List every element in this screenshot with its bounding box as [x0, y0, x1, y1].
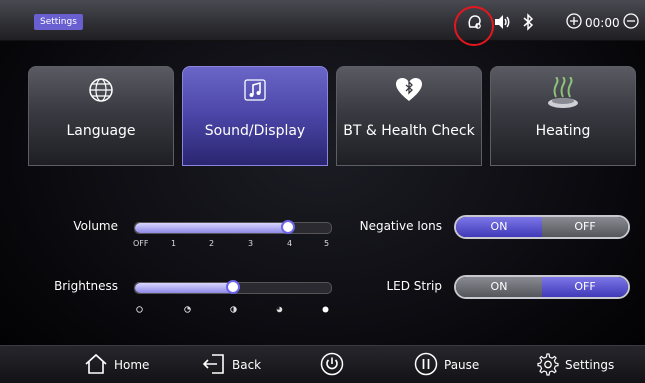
page-title: Settings: [34, 14, 83, 30]
tab-label: Heating: [535, 123, 591, 139]
globe-icon: [88, 77, 114, 107]
negative-ions-off-button[interactable]: OFF: [542, 217, 628, 237]
pause-icon: [414, 352, 438, 379]
brightness-4-icon: [322, 298, 329, 317]
negative-ions-label: Negative Ions: [359, 219, 442, 233]
settings-label: Settings: [565, 358, 615, 372]
heart-bluetooth-icon: [395, 77, 423, 107]
volume-slider-knob[interactable]: [281, 220, 295, 234]
led-strip-toggle[interactable]: ON OFF: [454, 275, 630, 299]
tab-heating[interactable]: Heating: [490, 66, 636, 166]
brightness-slider[interactable]: [134, 280, 332, 294]
plus-circle-icon[interactable]: [566, 13, 582, 32]
negative-ions-toggle[interactable]: ON OFF: [454, 215, 630, 239]
timer: 00:00: [566, 13, 639, 32]
tab-bt-health-check[interactable]: BT & Health Check: [336, 66, 482, 166]
volume-icon[interactable]: [494, 14, 512, 30]
pause-button[interactable]: Pause: [414, 352, 479, 378]
volume-tick: 4: [287, 239, 293, 248]
home-label: Home: [114, 358, 150, 372]
volume-tick: 5: [324, 239, 330, 248]
home-button[interactable]: Home: [84, 352, 149, 378]
brightness-1-icon: [184, 298, 191, 317]
brightness-slider-fill: [135, 283, 236, 293]
highlight-circle: [454, 6, 494, 46]
led-strip-on-button[interactable]: ON: [456, 277, 542, 297]
tab-sound-display[interactable]: Sound/Display: [182, 66, 328, 166]
power-button[interactable]: [320, 352, 344, 378]
steam-heat-icon: [546, 76, 580, 115]
bottom-nav: Home Back Pause Settings: [0, 345, 645, 383]
back-button[interactable]: Back: [202, 352, 261, 378]
brightness-slider-knob[interactable]: [226, 280, 240, 294]
top-bar: Settings 00:00: [0, 0, 645, 46]
timer-value: 00:00: [585, 15, 620, 30]
brightness-3-icon: [276, 298, 283, 317]
tab-label: Sound/Display: [204, 123, 306, 139]
tab-language[interactable]: Language: [28, 66, 174, 166]
back-label: Back: [232, 358, 262, 372]
pause-label: Pause: [444, 358, 480, 372]
settings-tabs: Language Sound/Display BT & Health Check: [28, 66, 640, 166]
led-strip-label: LED Strip: [386, 279, 442, 293]
back-icon: [202, 353, 226, 378]
power-icon: [320, 352, 344, 379]
bluetooth-icon[interactable]: [522, 13, 534, 31]
brightness-0-icon: [136, 298, 143, 317]
tab-label: Language: [66, 123, 136, 139]
led-strip-off-button[interactable]: OFF: [542, 277, 628, 297]
gear-icon: [535, 352, 559, 379]
volume-tick: 1: [171, 239, 177, 248]
volume-tick: 3: [248, 239, 254, 248]
volume-label: Volume: [73, 219, 118, 233]
tab-label: BT & Health Check: [343, 123, 475, 139]
negative-ions-on-button[interactable]: ON: [456, 217, 542, 237]
brightness-2-icon: [230, 298, 237, 317]
volume-slider[interactable]: [134, 220, 332, 234]
music-note-icon: [242, 77, 268, 107]
brightness-label: Brightness: [54, 279, 118, 293]
settings-button[interactable]: Settings: [535, 352, 614, 378]
volume-slider-fill: [135, 223, 291, 233]
volume-tick: 2: [209, 239, 215, 248]
volume-tick: OFF: [133, 239, 149, 248]
home-icon: [84, 353, 108, 378]
minus-circle-icon[interactable]: [622, 13, 639, 32]
